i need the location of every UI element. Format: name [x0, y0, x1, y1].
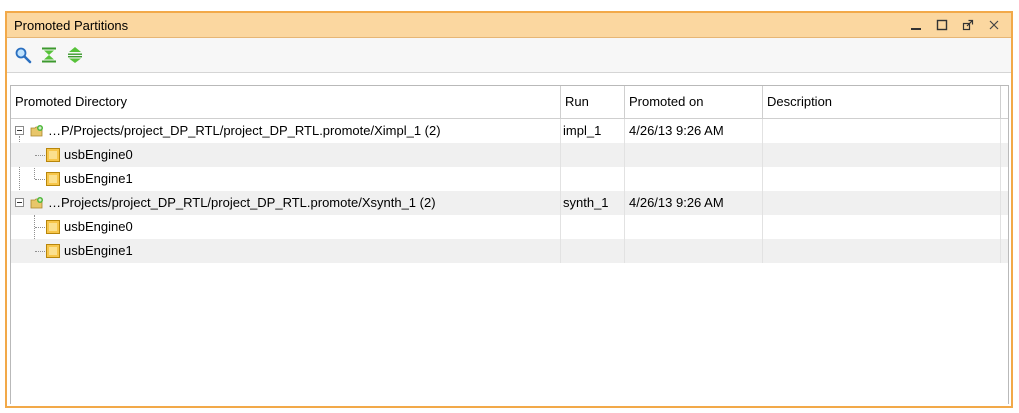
run-value: impl_1 — [561, 119, 625, 143]
table-row[interactable]: usbEngine1 — [11, 167, 1008, 191]
float-icon[interactable] — [961, 18, 975, 32]
run-value: synth_1 — [561, 191, 625, 215]
maximize-icon[interactable] — [935, 18, 949, 32]
close-icon[interactable] — [987, 18, 1001, 32]
panel-title-bar[interactable]: Promoted Partitions — [7, 13, 1011, 38]
column-header-run[interactable]: Run — [561, 86, 625, 118]
folder-promoted-icon — [30, 125, 43, 137]
minimize-icon[interactable] — [909, 18, 923, 32]
column-header-description[interactable]: Description — [763, 86, 1001, 118]
partition-icon — [46, 244, 60, 258]
partition-icon — [46, 220, 60, 234]
table-body: …P/Projects/project_DP_RTL/project_DP_RT… — [11, 119, 1008, 263]
description-value — [763, 191, 1001, 215]
partition-name: usbEngine1 — [64, 243, 133, 258]
collapse-toggle-icon[interactable] — [15, 198, 24, 207]
promoted-on-value: 4/26/13 9:26 AM — [625, 191, 763, 215]
promoted-partitions-table: Promoted Directory Run Promoted on Descr… — [10, 85, 1009, 404]
table-row[interactable]: …P/Projects/project_DP_RTL/project_DP_RT… — [11, 119, 1008, 143]
expand-all-icon[interactable] — [64, 44, 86, 66]
promoted-directory-path: …Projects/project_DP_RTL/project_DP_RTL.… — [48, 195, 436, 210]
collapse-all-icon[interactable] — [38, 44, 60, 66]
collapse-toggle-icon[interactable] — [15, 126, 24, 135]
table-header: Promoted Directory Run Promoted on Descr… — [11, 86, 1008, 119]
table-row[interactable]: …Projects/project_DP_RTL/project_DP_RTL.… — [11, 191, 1008, 215]
partition-name: usbEngine0 — [64, 219, 133, 234]
partition-name: usbEngine1 — [64, 171, 133, 186]
column-header-promoted-directory[interactable]: Promoted Directory — [11, 86, 561, 118]
partition-icon — [46, 172, 60, 186]
search-icon[interactable] — [12, 44, 34, 66]
table-row[interactable]: usbEngine1 — [11, 239, 1008, 263]
table-row[interactable]: usbEngine0 — [11, 143, 1008, 167]
window-controls — [909, 18, 1001, 32]
table-row[interactable]: usbEngine0 — [11, 215, 1008, 239]
toolbar — [7, 38, 1011, 73]
panel-title: Promoted Partitions — [14, 17, 129, 33]
partition-name: usbEngine0 — [64, 147, 133, 162]
partition-icon — [46, 148, 60, 162]
promoted-partitions-panel: Promoted Partitions Promoted Directory R… — [5, 11, 1013, 408]
promoted-on-value: 4/26/13 9:26 AM — [625, 119, 763, 143]
description-value — [763, 119, 1001, 143]
promoted-directory-path: …P/Projects/project_DP_RTL/project_DP_RT… — [48, 123, 441, 138]
column-header-promoted-on[interactable]: Promoted on — [625, 86, 763, 118]
folder-promoted-icon — [30, 197, 43, 209]
